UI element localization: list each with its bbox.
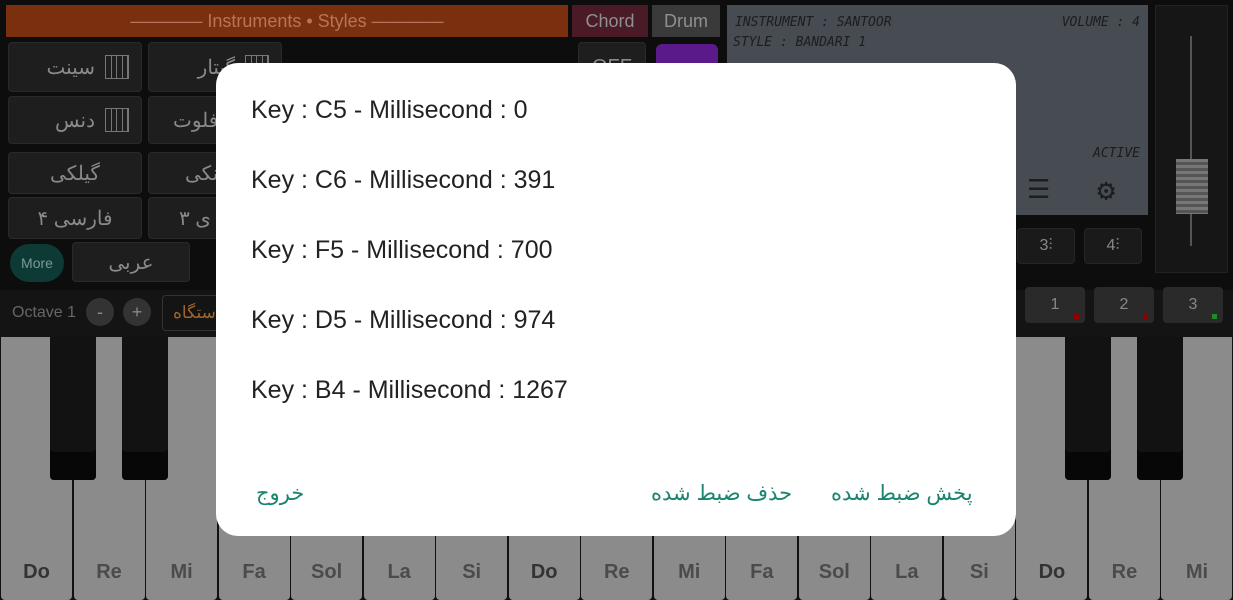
instrument-synth[interactable]: سینت bbox=[8, 42, 142, 92]
instrument-dance[interactable]: دنس bbox=[8, 96, 142, 144]
recording-dialog: Key : C5 - Millisecond : 0 Key : C6 - Mi… bbox=[216, 63, 1016, 536]
slider-handle[interactable] bbox=[1176, 159, 1208, 214]
status-dot bbox=[1143, 314, 1148, 319]
black-key[interactable] bbox=[49, 337, 96, 480]
black-key[interactable] bbox=[1064, 337, 1111, 480]
waveform-icon: ⫶ bbox=[1048, 237, 1053, 254]
status-dot bbox=[1212, 314, 1217, 319]
wave-button-3[interactable]: 3 ⫶ bbox=[1017, 228, 1075, 264]
wave-button-4[interactable]: 4 ⫶ bbox=[1084, 228, 1142, 264]
piano-icon bbox=[105, 55, 129, 79]
volume-slider[interactable] bbox=[1155, 5, 1228, 273]
lcd-status: ACTIVE bbox=[1093, 146, 1140, 161]
slider-track bbox=[1190, 36, 1192, 246]
recorded-note-row: Key : D5 - Millisecond : 974 bbox=[251, 306, 556, 334]
equalizer-icon[interactable]: ☰ bbox=[1027, 175, 1050, 205]
piano-icon bbox=[105, 108, 129, 132]
tab-drum[interactable]: Drum bbox=[652, 5, 720, 37]
loop-number: 2 bbox=[1119, 296, 1129, 313]
tab-chord[interactable]: Chord bbox=[572, 5, 648, 37]
loop-button-2[interactable]: 2 bbox=[1094, 287, 1154, 323]
octave-plus-button[interactable]: + bbox=[123, 298, 151, 326]
wave-number: 3 bbox=[1039, 237, 1049, 254]
status-dot bbox=[1074, 314, 1079, 319]
black-key[interactable] bbox=[122, 337, 169, 480]
lcd-volume: VOLUME : 4 bbox=[1061, 15, 1140, 30]
loop-button-3[interactable]: 3 bbox=[1163, 287, 1223, 323]
instrument-label: دنس bbox=[55, 109, 95, 132]
lcd-style: STYLE : BANDARI 1 bbox=[733, 35, 867, 50]
octave-minus-button[interactable]: - bbox=[86, 298, 114, 326]
wave-number: 4 bbox=[1106, 237, 1116, 254]
settings-gear-icon[interactable]: ⚙ bbox=[1097, 173, 1115, 208]
style-gilaki[interactable]: گیلکی bbox=[8, 152, 142, 194]
octave-label: Octave 1 bbox=[12, 304, 77, 321]
more-button[interactable]: More bbox=[10, 244, 64, 282]
loop-button-1[interactable]: 1 bbox=[1025, 287, 1085, 323]
instrument-label: سینت bbox=[46, 56, 95, 79]
recorded-note-row: Key : C5 - Millisecond : 0 bbox=[251, 96, 528, 124]
recorded-note-row: Key : B4 - Millisecond : 1267 bbox=[251, 376, 568, 404]
style-arabi[interactable]: عربی bbox=[72, 242, 190, 282]
exit-button[interactable]: خروج bbox=[256, 481, 304, 506]
instrument-label: فلوت bbox=[173, 109, 219, 132]
play-recording-button[interactable]: پخش ضبط شده bbox=[831, 481, 973, 506]
waveform-icon: ⫶ bbox=[1115, 237, 1120, 254]
loop-number: 1 bbox=[1050, 296, 1060, 313]
delete-recording-button[interactable]: حذف ضبط شده bbox=[651, 481, 792, 506]
style-farsi-4[interactable]: فارسی ۴ bbox=[8, 197, 142, 239]
recorded-note-row: Key : C6 - Millisecond : 391 bbox=[251, 166, 556, 194]
recorded-note-row: Key : F5 - Millisecond : 700 bbox=[251, 236, 553, 264]
lcd-instrument: INSTRUMENT : SANTOOR bbox=[735, 15, 892, 30]
loop-number: 3 bbox=[1188, 296, 1198, 313]
black-key[interactable] bbox=[1137, 337, 1184, 480]
instruments-styles-header: ———— Instruments • Styles ———— bbox=[6, 5, 568, 37]
